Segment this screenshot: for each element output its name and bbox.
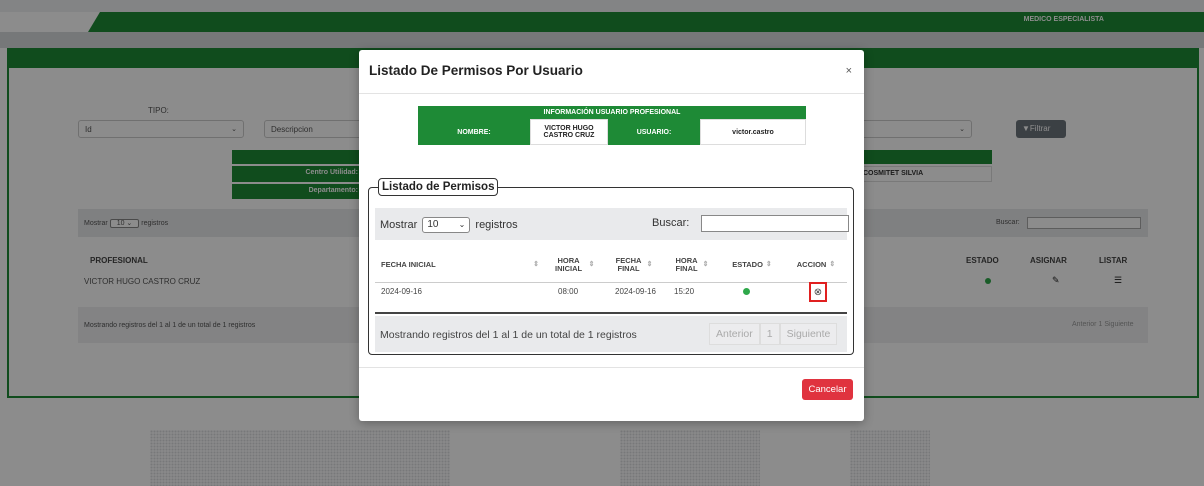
page-size-value: 10 bbox=[427, 219, 439, 230]
sort-icon: ⇕ bbox=[765, 261, 772, 269]
revoke-permission-button[interactable]: ⊗ bbox=[809, 282, 827, 302]
modal-title: Listado De Permisos Por Usuario bbox=[369, 63, 583, 78]
col-fecha-final-label: FECHA FINAL bbox=[615, 256, 642, 273]
col-hora-inicial-label: HORA INICIAL bbox=[555, 256, 583, 273]
col-fecha-final[interactable]: FECHA FINAL ⇕ bbox=[603, 248, 663, 282]
permisos-legend: Listado de Permisos bbox=[378, 178, 499, 196]
col-estado[interactable]: ESTADO ⇕ bbox=[719, 248, 785, 282]
chevron-down-icon: ⌄ bbox=[458, 220, 466, 229]
pager-prev[interactable]: Anterior bbox=[709, 323, 760, 345]
mostrar-prefix: Mostrar bbox=[380, 218, 418, 231]
sort-icon: ⇕ bbox=[702, 261, 709, 269]
cell-hora-final: 15:20 bbox=[674, 287, 695, 296]
close-icon[interactable]: × bbox=[846, 65, 852, 77]
modal-divider bbox=[359, 93, 864, 94]
cell-fecha-inicial: 2024-09-16 bbox=[381, 287, 422, 296]
records-info: Mostrando registros del 1 al 1 de un tot… bbox=[380, 329, 637, 341]
status-dot bbox=[743, 288, 750, 295]
nombre-value: VICTOR HUGO CASTRO CRUZ bbox=[530, 119, 608, 145]
permisos-toolbar: Mostrar 10 ⌄ registros Buscar: bbox=[375, 208, 849, 240]
col-hora-final[interactable]: HORA FINAL ⇕ bbox=[663, 248, 719, 282]
col-hora-inicial[interactable]: HORA INICIAL ⇕ bbox=[543, 248, 603, 282]
col-accion-label: ACCION bbox=[796, 260, 827, 270]
user-info-table: INFORMACIÓN USUARIO PROFESIONAL NOMBRE: … bbox=[418, 106, 806, 145]
cancel-button[interactable]: Cancelar bbox=[802, 379, 853, 400]
user-info-header: INFORMACIÓN USUARIO PROFESIONAL bbox=[418, 106, 806, 119]
buscar-label: Buscar: bbox=[652, 217, 690, 229]
header-divider bbox=[375, 282, 847, 283]
sort-icon: ⇕ bbox=[588, 261, 595, 269]
usuario-value: victor.castro bbox=[700, 119, 806, 145]
permissions-modal: Listado De Permisos Por Usuario × INFORM… bbox=[359, 50, 864, 421]
sort-icon: ⇕ bbox=[646, 261, 653, 269]
usuario-label: USUARIO: bbox=[608, 119, 700, 145]
col-fecha-inicial-label: FECHA INICIAL bbox=[381, 260, 436, 270]
modal-footer-divider bbox=[359, 367, 864, 368]
page-size-control: Mostrar 10 ⌄ registros bbox=[380, 217, 518, 233]
sort-icon: ⇕ bbox=[829, 261, 836, 269]
pager-page[interactable]: 1 bbox=[759, 323, 780, 345]
pagination: Anterior 1 Siguiente bbox=[709, 323, 838, 345]
mostrar-suffix: registros bbox=[475, 218, 518, 231]
permisos-footer: Mostrando registros del 1 al 1 de un tot… bbox=[375, 316, 847, 352]
permisos-fieldset: Listado de Permisos Mostrar 10 ⌄ registr… bbox=[368, 178, 854, 355]
sort-icon: ⇕ bbox=[533, 261, 539, 269]
col-fecha-inicial[interactable]: FECHA INICIAL ⇕ bbox=[375, 248, 543, 282]
pager-next[interactable]: Siguiente bbox=[779, 323, 838, 345]
user-info-row: NOMBRE: VICTOR HUGO CASTRO CRUZ USUARIO:… bbox=[418, 119, 806, 145]
row-divider bbox=[375, 312, 847, 314]
page-size-select[interactable]: 10 ⌄ bbox=[422, 217, 471, 233]
circle-x-icon: ⊗ bbox=[813, 286, 823, 298]
cell-hora-inicial: 08:00 bbox=[558, 287, 579, 296]
col-estado-label: ESTADO bbox=[732, 260, 763, 270]
cell-fecha-final: 2024-09-16 bbox=[615, 287, 656, 296]
col-hora-final-label: HORA FINAL bbox=[675, 256, 698, 273]
search-input[interactable] bbox=[701, 215, 849, 232]
col-accion[interactable]: ACCION ⇕ bbox=[785, 248, 847, 282]
nombre-label: NOMBRE: bbox=[418, 119, 530, 145]
